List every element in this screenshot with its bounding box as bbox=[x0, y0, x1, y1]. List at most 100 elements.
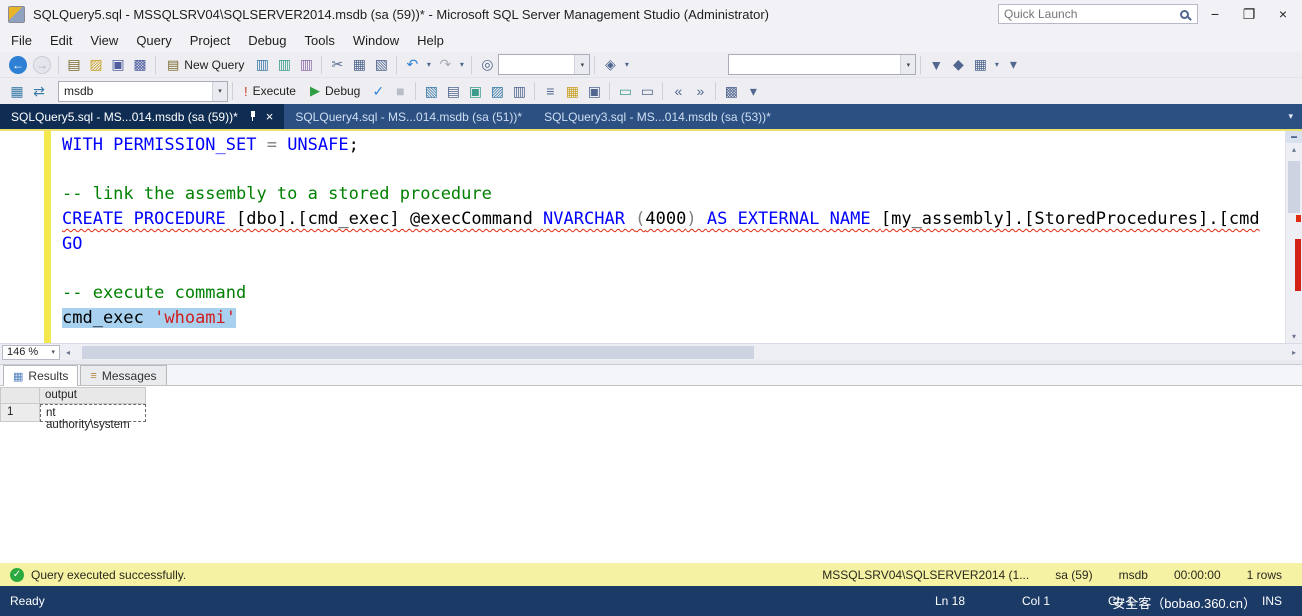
menu-tools[interactable]: Tools bbox=[296, 30, 344, 51]
result-cell-output[interactable]: nt authority\system bbox=[40, 404, 146, 422]
parse-icon[interactable]: ✓ bbox=[367, 80, 389, 102]
table-icon[interactable]: ▦ bbox=[969, 54, 991, 76]
code-editor[interactable]: WITH PERMISSION_SET = UNSAFE; -- link the… bbox=[0, 129, 1302, 343]
code-line[interactable] bbox=[62, 256, 1284, 281]
code-line[interactable]: GO bbox=[62, 232, 1284, 257]
quick-launch[interactable] bbox=[998, 4, 1198, 24]
code-line[interactable]: CREATE PROCEDURE [dbo].[cmd_exec] @execC… bbox=[62, 207, 1284, 232]
vertical-scrollbar[interactable]: ▬ ▴ ▾ bbox=[1285, 131, 1302, 343]
horizontal-scrollbar[interactable] bbox=[76, 344, 1286, 360]
document-tab-1[interactable]: SQLQuery5.sql - MS...014.msdb (sa (59))*… bbox=[0, 104, 284, 129]
save-all-icon[interactable]: ▩ bbox=[129, 54, 151, 76]
wrench-icon[interactable]: ◆ bbox=[947, 54, 969, 76]
results-to-grid-icon[interactable]: ▦ bbox=[561, 80, 583, 102]
uncomment-icon[interactable]: ▭ bbox=[636, 80, 658, 102]
code-line[interactable]: WITH PERMISSION_SET = UNSAFE; bbox=[62, 133, 1284, 158]
transaction-combo[interactable]: ▾ bbox=[728, 54, 916, 75]
open-file-icon[interactable]: ▨ bbox=[85, 54, 107, 76]
menu-edit[interactable]: Edit bbox=[41, 30, 81, 51]
navigate-backward-icon[interactable]: ← bbox=[9, 56, 27, 74]
tab-list-chevron-icon[interactable]: ▾ bbox=[1288, 111, 1302, 122]
cancel-query-icon[interactable]: ■ bbox=[389, 80, 411, 102]
chevron-down-icon[interactable]: ▾ bbox=[423, 60, 434, 69]
template-parameters-icon[interactable]: ▩ bbox=[720, 80, 742, 102]
undo-icon[interactable]: ↶ bbox=[401, 54, 423, 76]
change-connection-icon[interactable]: ⇄ bbox=[28, 80, 50, 102]
menu-help[interactable]: Help bbox=[408, 30, 453, 51]
menu-debug[interactable]: Debug bbox=[239, 30, 295, 51]
available-databases-combo[interactable]: msdb▾ bbox=[58, 81, 228, 102]
quick-launch-input[interactable] bbox=[999, 7, 1180, 21]
estimated-plan-icon[interactable]: ▧ bbox=[420, 80, 442, 102]
chevron-down-icon[interactable]: ▾ bbox=[900, 55, 915, 74]
menu-window[interactable]: Window bbox=[344, 30, 408, 51]
code-area[interactable]: WITH PERMISSION_SET = UNSAFE; -- link the… bbox=[62, 133, 1284, 343]
navigate-forward-icon[interactable]: → bbox=[33, 56, 51, 74]
client-statistics-icon[interactable]: ▥ bbox=[508, 80, 530, 102]
close-icon[interactable]: × bbox=[266, 110, 274, 123]
search-icon[interactable] bbox=[1180, 10, 1189, 19]
code-line[interactable]: -- execute command bbox=[62, 281, 1284, 306]
intellisense-icon[interactable]: ▣ bbox=[464, 80, 486, 102]
execute-button[interactable]: !Execute bbox=[237, 80, 303, 102]
cut-icon[interactable]: ✂ bbox=[326, 54, 348, 76]
chevron-down-icon[interactable]: ▾ bbox=[574, 55, 589, 74]
chevron-down-icon[interactable]: ▾ bbox=[621, 60, 632, 69]
splitter-handle-icon[interactable]: ▬ bbox=[1286, 131, 1302, 143]
tab-messages[interactable]: ≡ Messages bbox=[80, 365, 166, 385]
zoom-control[interactable]: 146 % ▾ bbox=[2, 345, 60, 360]
filter-icon[interactable]: ▼ bbox=[925, 54, 947, 76]
title-bar[interactable]: SQLQuery5.sql - MSSQLSRV04\SQLSERVER2014… bbox=[0, 0, 1302, 28]
scroll-right-icon[interactable]: ▸ bbox=[1286, 348, 1302, 357]
debug-button[interactable]: ▶Debug bbox=[303, 80, 367, 102]
new-database-engine-query-icon[interactable]: ▥ bbox=[251, 54, 273, 76]
horizontal-scroll-thumb[interactable] bbox=[82, 346, 754, 359]
connect-database-icon[interactable]: ▦ bbox=[6, 80, 28, 102]
column-header-output[interactable]: output bbox=[40, 387, 146, 404]
results-to-file-icon[interactable]: ▣ bbox=[583, 80, 605, 102]
document-tab-3[interactable]: SQLQuery3.sql - MS...014.msdb (sa (53))* bbox=[533, 104, 782, 129]
code-line[interactable] bbox=[62, 158, 1284, 183]
minimize-button[interactable]: − bbox=[1198, 0, 1232, 28]
menu-file[interactable]: File bbox=[2, 30, 41, 51]
editor-gutter[interactable] bbox=[0, 131, 44, 343]
new-mdx-query-icon[interactable]: ▥ bbox=[295, 54, 317, 76]
save-icon[interactable]: ▣ bbox=[107, 54, 129, 76]
new-query-shortcut-icon[interactable]: ▤ bbox=[63, 54, 85, 76]
toolbar-overflow-icon[interactable]: ▾ bbox=[1002, 54, 1024, 76]
increase-indent-icon[interactable]: » bbox=[689, 80, 711, 102]
menu-view[interactable]: View bbox=[81, 30, 127, 51]
pin-icon[interactable] bbox=[249, 111, 257, 122]
new-query-button[interactable]: ▤New Query bbox=[160, 54, 251, 76]
document-tab-2[interactable]: SQLQuery4.sql - MS...014.msdb (sa (51))* bbox=[284, 104, 533, 129]
actual-plan-icon[interactable]: ▨ bbox=[486, 80, 508, 102]
menu-project[interactable]: Project bbox=[181, 30, 239, 51]
menu-query[interactable]: Query bbox=[127, 30, 180, 51]
toolbar-overflow-icon[interactable]: ▾ bbox=[742, 80, 764, 102]
find-icon[interactable]: ◎ bbox=[476, 54, 498, 76]
chevron-down-icon[interactable]: ▾ bbox=[51, 348, 55, 356]
code-line[interactable]: -- link the assembly to a stored procedu… bbox=[62, 182, 1284, 207]
chevron-down-icon[interactable]: ▾ bbox=[212, 82, 227, 101]
query-options-icon[interactable]: ▤ bbox=[442, 80, 464, 102]
copy-icon[interactable]: ▦ bbox=[348, 54, 370, 76]
results-to-text-icon[interactable]: ≡ bbox=[539, 80, 561, 102]
paste-icon[interactable]: ▧ bbox=[370, 54, 392, 76]
new-analysis-query-icon[interactable]: ▥ bbox=[273, 54, 295, 76]
navigate-to-icon[interactable]: ◈ bbox=[599, 54, 621, 76]
vertical-scroll-thumb[interactable] bbox=[1288, 161, 1300, 213]
chevron-down-icon[interactable]: ▾ bbox=[991, 60, 1002, 69]
scroll-down-icon[interactable]: ▾ bbox=[1286, 330, 1302, 343]
chevron-down-icon[interactable]: ▾ bbox=[456, 60, 467, 69]
grid-corner-cell[interactable] bbox=[0, 387, 40, 404]
redo-icon[interactable]: ↷ bbox=[434, 54, 456, 76]
maximize-button[interactable]: ❐ bbox=[1232, 0, 1266, 28]
scroll-left-icon[interactable]: ◂ bbox=[60, 348, 76, 357]
code-line[interactable]: cmd_exec 'whoami' bbox=[62, 306, 1284, 331]
row-number-cell[interactable]: 1 bbox=[0, 404, 40, 422]
decrease-indent-icon[interactable]: « bbox=[667, 80, 689, 102]
find-combo[interactable]: ▾ bbox=[498, 54, 590, 75]
scroll-up-icon[interactable]: ▴ bbox=[1286, 143, 1302, 156]
close-button[interactable]: × bbox=[1266, 0, 1300, 28]
tab-results[interactable]: ▦ Results bbox=[3, 365, 78, 386]
